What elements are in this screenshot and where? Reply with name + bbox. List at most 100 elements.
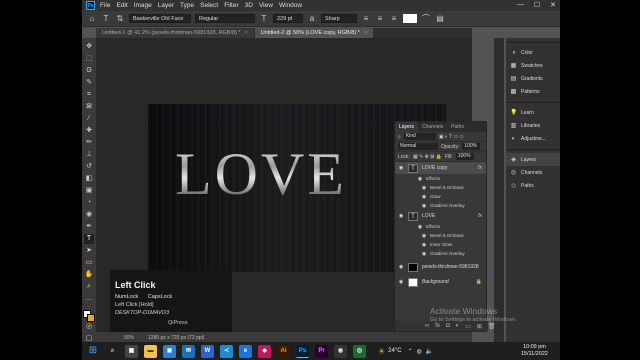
font-family-select[interactable]: Baskerville Old Face (129, 14, 191, 23)
tab-channels[interactable]: Channels (418, 122, 447, 132)
effect-gradient-overlay[interactable]: ◉ Gradient Overlay (395, 201, 486, 210)
home-icon[interactable]: ⌂ (87, 14, 97, 24)
path-select-tool-icon[interactable]: ➤ (84, 246, 94, 256)
hand-tool-icon[interactable]: ✋ (84, 270, 94, 280)
eye-icon[interactable]: ◉ (421, 194, 427, 200)
system-tray[interactable]: ⌃ ◍ 🔈 (408, 348, 434, 355)
tab-close-icon[interactable]: × (364, 30, 367, 36)
tab-untitled-1[interactable]: Untitled-1 @ 41.2% (pexels-thirdman-5981… (96, 28, 255, 38)
color-swatches[interactable] (83, 310, 95, 322)
file-explorer-icon[interactable]: ▬ (144, 344, 157, 358)
premiere-icon[interactable]: Pr (315, 344, 328, 358)
eye-icon[interactable]: ◉ (421, 242, 427, 248)
marquee-tool-icon[interactable]: ⬚ (84, 54, 94, 64)
store-icon[interactable]: ◼ (163, 344, 176, 358)
effects-header[interactable]: ◉ Effects (395, 174, 486, 183)
opacity-input[interactable]: 100% (462, 143, 481, 150)
maximize-button[interactable]: ☐ (534, 1, 540, 9)
align-left-icon[interactable]: ≡ (361, 14, 371, 24)
blend-mode-select[interactable]: Normal (398, 143, 438, 150)
warp-text-icon[interactable]: ⌒ (421, 14, 431, 24)
eye-icon[interactable]: ◉ (421, 233, 427, 239)
crop-tool-icon[interactable]: ⌗ (84, 90, 94, 100)
fill-input[interactable]: 100% (455, 153, 474, 160)
text-color-swatch[interactable] (403, 14, 417, 23)
eye-icon[interactable]: ◉ (398, 165, 404, 171)
quick-select-tool-icon[interactable]: ✎ (84, 78, 94, 88)
font-size-select[interactable]: 229 pt (273, 14, 303, 23)
more-tools-icon[interactable]: … (84, 294, 94, 304)
eye-icon[interactable]: ◉ (398, 279, 404, 285)
adjustment-icon[interactable]: ◐ (456, 323, 460, 329)
mail-icon[interactable]: ✉ (182, 344, 195, 358)
move-tool-icon[interactable]: ✥ (84, 42, 94, 52)
filter-icons[interactable]: ▣ ◐ T ▭ ◇ (439, 134, 464, 140)
minimize-button[interactable]: — (517, 1, 524, 9)
dock-swatches[interactable]: ▦ Swatches (506, 59, 560, 72)
pen-tool-icon[interactable]: ✒ (84, 222, 94, 232)
kind-filter-select[interactable]: Kind (403, 133, 436, 140)
dock-gradients[interactable]: ▤ Gradients (506, 72, 560, 85)
dock-libraries[interactable]: ▥ Libraries (506, 119, 560, 132)
menu-image[interactable]: Image (134, 2, 152, 9)
layer-name[interactable]: LOVE copy (422, 165, 447, 171)
layer-name[interactable]: LOVE (422, 213, 435, 219)
menu-edit[interactable]: Edit (116, 2, 127, 9)
search-icon[interactable]: ⌕ (106, 345, 119, 358)
menu-select[interactable]: Select (200, 2, 218, 9)
layer-name[interactable]: pexels-thirdman-5981928 (422, 264, 479, 270)
history-brush-tool-icon[interactable]: ↺ (84, 162, 94, 172)
eye-icon[interactable]: ◉ (417, 176, 423, 182)
font-style-select[interactable]: Regular (195, 14, 255, 23)
dock-paths[interactable]: ◇ Paths (506, 179, 560, 192)
eye-icon[interactable]: ◉ (421, 185, 427, 191)
orientation-toggle-icon[interactable]: ⇅ (115, 14, 125, 24)
network-icon[interactable]: ◍ (417, 348, 422, 355)
effect-inner-glow[interactable]: ◉ Inner Glow (395, 240, 486, 249)
dock-collapse-strip[interactable] (494, 38, 504, 344)
layer-love-copy[interactable]: ◉ T LOVE copy fx (395, 162, 486, 174)
align-right-icon[interactable]: ≡ (389, 14, 399, 24)
lock-icons[interactable]: ▦ ✎ ✥ ⊠ 🔒 (413, 154, 442, 160)
gradient-tool-icon[interactable]: ▣ (84, 186, 94, 196)
close-button[interactable]: ✕ (550, 1, 556, 9)
eye-icon[interactable]: ◉ (421, 251, 427, 257)
dock-color[interactable]: ◑ Color (506, 46, 560, 59)
volume-icon[interactable]: 🔈 (426, 348, 433, 355)
menu-type[interactable]: Type (180, 2, 194, 9)
effect-gradient-overlay[interactable]: ◉ Gradient Overlay (395, 249, 486, 258)
shape-tool-icon[interactable]: ▭ (84, 258, 94, 268)
chevron-up-icon[interactable]: ⌃ (408, 348, 413, 355)
add-style-icon[interactable]: fx (435, 323, 440, 329)
layer-pexels-image[interactable]: ◉ pexels-thirdman-5981928 (395, 261, 486, 273)
type-tool-icon[interactable]: T (84, 234, 94, 244)
blur-tool-icon[interactable]: ◔ (84, 198, 94, 208)
illustrator-icon[interactable]: Ai (277, 344, 290, 358)
tab-untitled-2[interactable]: Untitled-2 @ 50% (LOVE copy, RGB/8) * × (254, 28, 375, 38)
eye-icon[interactable]: ◉ (398, 213, 404, 219)
layer-background[interactable]: ◉ Background 🔒 (395, 276, 486, 288)
effect-bevel-emboss[interactable]: ◉ Bevel & Emboss (395, 231, 486, 240)
add-mask-icon[interactable]: ◘ (446, 323, 450, 329)
taskbar-clock[interactable]: 10:09 pm 15/11/2022 (521, 344, 548, 358)
layer-love[interactable]: ◉ T LOVE fx (395, 210, 486, 222)
effects-header[interactable]: ◉ Effects (395, 222, 486, 231)
quick-mask-icon[interactable]: ◎ (84, 322, 94, 332)
align-center-icon[interactable]: ≡ (375, 14, 385, 24)
dock-adjustments[interactable]: ◐ Adjustme... (506, 132, 560, 145)
cast-icon[interactable]: ◆ (258, 344, 271, 358)
menu-window[interactable]: Window (279, 2, 302, 9)
background-color-swatch[interactable] (87, 314, 95, 322)
zoom-level[interactable]: 50% (124, 335, 134, 341)
menu-view[interactable]: View (259, 2, 273, 9)
effect-bevel-emboss[interactable]: ◉ Bevel & Emboss (395, 183, 486, 192)
character-panel-icon[interactable]: ▤ (435, 14, 445, 24)
menu-filter[interactable]: Filter (224, 2, 238, 9)
menu-file[interactable]: File (100, 2, 110, 9)
new-group-icon[interactable]: ▭ (465, 323, 471, 330)
eye-icon[interactable]: ◉ (417, 224, 423, 230)
dock-layers[interactable]: ◈ Layers (506, 153, 560, 166)
delete-layer-icon[interactable]: 🗑 (488, 323, 496, 330)
healing-tool-icon[interactable]: ✚ (84, 126, 94, 136)
antialias-select[interactable]: Sharp (321, 14, 357, 23)
